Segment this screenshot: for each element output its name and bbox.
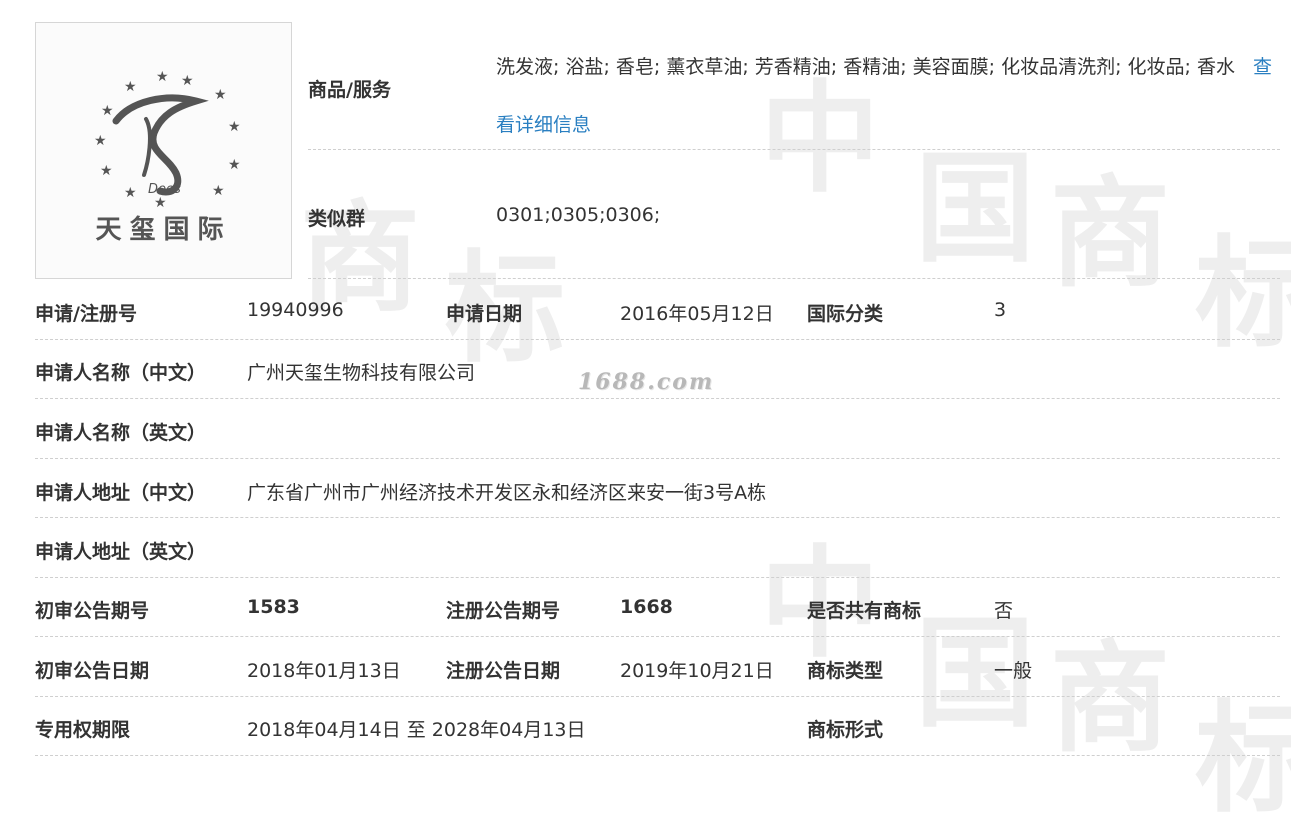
tm-form-label: 商标形式 xyxy=(807,719,884,741)
prelim-issue-value: 1583 xyxy=(247,596,300,618)
svg-text:★: ★ xyxy=(124,79,137,95)
divider xyxy=(35,577,1280,578)
svg-text:★: ★ xyxy=(181,73,194,89)
svg-text:★: ★ xyxy=(94,133,107,149)
svg-text:★: ★ xyxy=(156,69,169,85)
exclusive-period-value: 2018年04月14日 至 2028年04月13日 xyxy=(247,719,586,741)
svg-text:★: ★ xyxy=(228,157,241,173)
logo-signature: Dees xyxy=(148,182,181,197)
address-cn-value: 广东省广州市广州经济技术开发区永和经济区来安一街3号A栋 xyxy=(247,482,767,504)
similar-group-label: 类似群 xyxy=(308,208,366,230)
watermark-char: 国 xyxy=(915,140,1035,279)
prelim-date-label: 初审公告日期 xyxy=(35,660,150,682)
similar-group-value: 0301;0305;0306; xyxy=(496,204,661,226)
reg-issue-value: 1668 xyxy=(620,596,673,618)
reg-date-label: 注册公告日期 xyxy=(446,660,561,682)
applicant-en-label: 申请人名称（英文） xyxy=(35,422,207,444)
applicant-cn-value: 广州天玺生物科技有限公司 xyxy=(247,362,476,384)
reg-no-label: 申请/注册号 xyxy=(35,303,137,325)
applicant-cn-label: 申请人名称（中文） xyxy=(35,362,207,384)
svg-text:★: ★ xyxy=(212,183,225,199)
goods-label: 商品/服务 xyxy=(308,79,391,101)
apply-date-value: 2016年05月12日 xyxy=(620,303,774,325)
divider xyxy=(35,636,1280,637)
intl-class-label: 国际分类 xyxy=(807,303,884,325)
goods-value: 洗发液; 浴盐; 香皂; 薰衣草油; 芳香精油; 香精油; 美容面膜; 化妆品清… xyxy=(496,38,1276,154)
watermark-char: 标 xyxy=(1195,690,1291,829)
divider xyxy=(35,755,1280,756)
watermark-char: 标 xyxy=(1195,225,1291,364)
apply-date-label: 申请日期 xyxy=(446,303,523,325)
goods-text: 洗发液; 浴盐; 香皂; 薰衣草油; 芳香精油; 香精油; 美容面膜; 化妆品清… xyxy=(496,56,1235,78)
divider xyxy=(35,517,1280,518)
svg-text:★: ★ xyxy=(214,87,227,103)
address-cn-label: 申请人地址（中文） xyxy=(35,482,207,504)
prelim-date-value: 2018年01月13日 xyxy=(247,660,401,682)
divider xyxy=(35,339,1280,340)
svg-text:★: ★ xyxy=(101,103,114,119)
divider xyxy=(35,398,1280,399)
svg-text:★: ★ xyxy=(100,163,113,179)
svg-text:★: ★ xyxy=(124,185,137,201)
reg-date-value: 2019年10月21日 xyxy=(620,660,774,682)
trademark-logo: ★ ★ ★ ★ ★ ★ ★ ★ ★ ★ ★ ★ Dees 天玺国际 xyxy=(35,22,292,279)
divider xyxy=(308,278,1280,279)
shared-value: 否 xyxy=(994,600,1014,622)
intl-class-value: 3 xyxy=(994,299,1007,321)
svg-text:★: ★ xyxy=(228,119,241,135)
tm-type-label: 商标类型 xyxy=(807,660,884,682)
logo-text: 天玺国际 xyxy=(95,215,232,245)
watermark-char: 商 xyxy=(1050,165,1170,304)
divider xyxy=(35,696,1280,697)
divider xyxy=(35,458,1280,459)
watermark-char: 商 xyxy=(1050,630,1170,769)
watermark-site: 1688.com xyxy=(578,369,715,395)
tm-type-value: 一般 xyxy=(994,660,1033,682)
exclusive-period-label: 专用权期限 xyxy=(35,719,131,741)
prelim-issue-label: 初审公告期号 xyxy=(35,600,150,622)
reg-no-value: 19940996 xyxy=(247,299,344,321)
shared-label: 是否共有商标 xyxy=(807,600,922,622)
address-en-label: 申请人地址（英文） xyxy=(35,541,207,563)
reg-issue-label: 注册公告期号 xyxy=(446,600,561,622)
